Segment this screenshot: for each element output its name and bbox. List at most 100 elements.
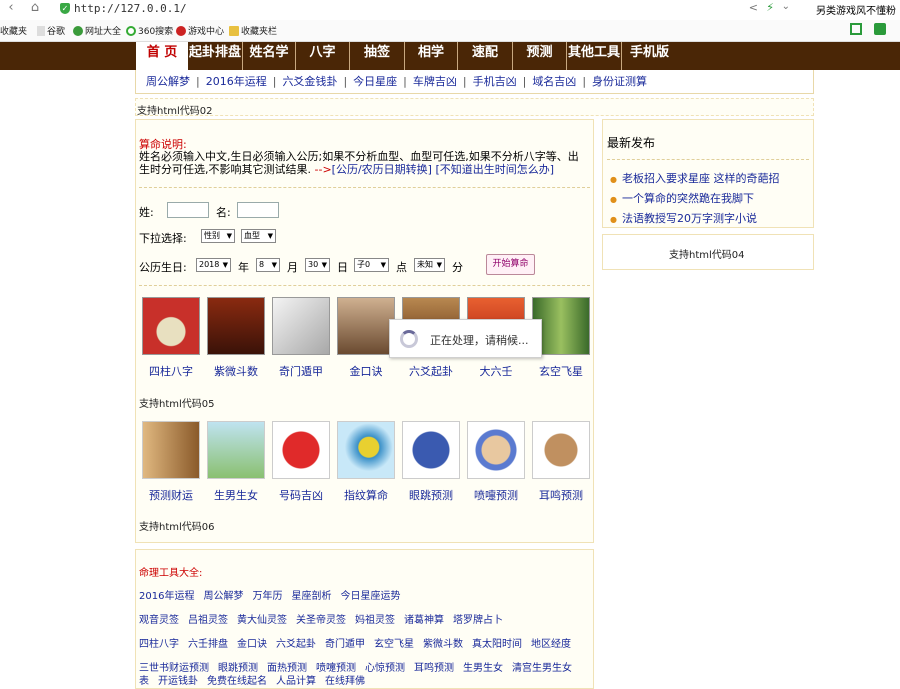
tool-link[interactable]: 塔罗牌占卜 xyxy=(453,615,503,626)
tool-link[interactable]: 人品计算 xyxy=(276,676,316,687)
tile-caption[interactable]: 耳鸣预测 xyxy=(528,487,594,503)
tile-image-gender[interactable] xyxy=(207,421,265,479)
tool-link[interactable]: 玄空飞星 xyxy=(374,639,414,650)
nav-divination[interactable]: 起卦排盘 xyxy=(188,42,243,70)
back-icon[interactable]: ‹ xyxy=(4,1,18,15)
reader-icon[interactable] xyxy=(850,23,862,35)
tile-caption[interactable]: 金口诀 xyxy=(333,363,399,379)
tool-link[interactable]: 吕祖灵签 xyxy=(188,615,228,626)
tool-link[interactable]: 耳鸣预测 xyxy=(414,663,454,674)
tile-image-number[interactable] xyxy=(272,421,330,479)
nav-mobile[interactable]: 手机版 xyxy=(622,42,677,70)
start-button[interactable]: 开始算命 xyxy=(486,254,535,275)
sub-nav-link[interactable]: 2016年运程 xyxy=(206,75,267,88)
tool-link[interactable]: 关圣帝灵签 xyxy=(296,615,346,626)
share-icon[interactable]: < xyxy=(749,1,758,14)
tile-caption[interactable]: 大六壬 xyxy=(463,363,529,379)
tile-caption[interactable]: 眼跳预测 xyxy=(398,487,464,503)
tool-link[interactable]: 四柱八字 xyxy=(139,639,179,650)
home-icon[interactable]: ⌂ xyxy=(28,1,42,15)
tile-image-eye[interactable] xyxy=(402,421,460,479)
tool-link[interactable]: 星座剖析 xyxy=(291,591,331,602)
sidebar-article[interactable]: ● 老板招入要求星座 这样的奇葩招 xyxy=(610,170,779,186)
minute-select[interactable]: 未知 ▼ xyxy=(414,258,445,272)
tool-link[interactable]: 六爻起卦 xyxy=(276,639,316,650)
tile-caption[interactable]: 指纹算命 xyxy=(333,487,399,503)
tile-image-bazi[interactable] xyxy=(142,297,200,355)
tile-caption[interactable]: 六爻起卦 xyxy=(398,363,464,379)
nav-home[interactable]: 首 页 xyxy=(136,42,188,70)
tool-link[interactable]: 免费在线起名 xyxy=(207,676,267,687)
tool-link[interactable]: 妈祖灵签 xyxy=(355,615,395,626)
sidebar-article[interactable]: ● 一个算命的突然跪在我脚下 xyxy=(610,190,754,206)
nav-bazi[interactable]: 八字 xyxy=(296,42,350,70)
tool-link[interactable]: 万年历 xyxy=(252,591,282,602)
search-hint[interactable]: 另类游戏风不懂粉 xyxy=(816,2,896,17)
surname-input[interactable] xyxy=(167,202,209,218)
extension-icon[interactable] xyxy=(874,23,886,35)
tool-link[interactable]: 在线拜佛 xyxy=(325,676,365,687)
tool-link[interactable]: 紫微斗数 xyxy=(423,639,463,650)
sub-nav-link[interactable]: 车牌吉凶 xyxy=(413,75,457,88)
tool-link[interactable]: 开运钱卦 xyxy=(158,676,198,687)
tool-link[interactable]: 表 xyxy=(139,676,149,687)
month-select[interactable]: 8 ▼ xyxy=(256,258,280,272)
tile-image-jinkou[interactable] xyxy=(337,297,395,355)
name-input[interactable] xyxy=(237,202,279,218)
date-convert-link[interactable]: [公历/农历日期转换] xyxy=(332,163,432,176)
blood-select[interactable]: 血型 ▼ xyxy=(241,229,276,243)
tool-link[interactable]: 奇门遁甲 xyxy=(325,639,365,650)
gender-select[interactable]: 性别 ▼ xyxy=(201,229,235,243)
tile-caption[interactable]: 号码吉凶 xyxy=(268,487,334,503)
tool-link[interactable]: 清宫生男生女 xyxy=(512,663,572,674)
tile-image-ear[interactable] xyxy=(532,421,590,479)
hour-select[interactable]: 子0 ▼ xyxy=(354,258,389,272)
tool-link[interactable]: 地区经度 xyxy=(531,639,571,650)
tool-link[interactable]: 观音灵签 xyxy=(139,615,179,626)
tile-caption[interactable]: 玄空飞星 xyxy=(528,363,594,379)
tile-image-ziwei[interactable] xyxy=(207,297,265,355)
nav-physiognomy[interactable]: 相学 xyxy=(405,42,458,70)
year-select[interactable]: 2018 ▼ xyxy=(196,258,231,272)
tool-link[interactable]: 金口诀 xyxy=(237,639,267,650)
bookmark-item[interactable]: 360搜索 xyxy=(126,24,173,37)
birth-time-link[interactable]: [不知道出生时间怎么办] xyxy=(435,163,554,176)
tile-image-sneeze[interactable] xyxy=(467,421,525,479)
bookmark-item[interactable]: 谷歌 xyxy=(37,24,65,37)
nav-lottery[interactable]: 抽签 xyxy=(350,42,405,70)
nav-predict[interactable]: 预测 xyxy=(513,42,567,70)
tool-link[interactable]: 2016年运程 xyxy=(139,591,194,602)
nav-name-study[interactable]: 姓名学 xyxy=(243,42,296,70)
tile-caption[interactable]: 奇门遁甲 xyxy=(268,363,334,379)
address-bar[interactable]: http://127.0.0.1/ xyxy=(74,2,187,15)
tile-caption[interactable]: 预测财运 xyxy=(138,487,204,503)
sub-nav-link[interactable]: 身份证测算 xyxy=(592,75,647,88)
tile-image-wealth[interactable] xyxy=(142,421,200,479)
bookmark-item[interactable]: 游戏中心 xyxy=(176,24,224,37)
nav-other-tools[interactable]: 其他工具 xyxy=(567,42,622,70)
dropdown-icon[interactable]: ⌄ xyxy=(782,1,790,12)
tool-link[interactable]: 周公解梦 xyxy=(203,591,243,602)
tile-image-fingerprint[interactable] xyxy=(337,421,395,479)
tool-link[interactable]: 黄大仙灵签 xyxy=(237,615,287,626)
tool-link[interactable]: 六壬排盘 xyxy=(188,639,228,650)
tool-link[interactable]: 诸葛神算 xyxy=(404,615,444,626)
sub-nav-link[interactable]: 域名吉凶 xyxy=(532,75,576,88)
tool-link[interactable]: 今日星座运势 xyxy=(340,591,400,602)
day-select[interactable]: 30 ▼ xyxy=(305,258,330,272)
sub-nav-link[interactable]: 六爻金钱卦 xyxy=(282,75,337,88)
bookmark-item[interactable]: 收藏夹 xyxy=(0,24,27,37)
bookmark-item[interactable]: 网址大全 xyxy=(73,24,121,37)
tile-caption[interactable]: 喷嚏预测 xyxy=(463,487,529,503)
sub-nav-link[interactable]: 周公解梦 xyxy=(146,75,190,88)
sub-nav-link[interactable]: 手机吉凶 xyxy=(473,75,517,88)
tile-caption[interactable]: 生男生女 xyxy=(203,487,269,503)
sidebar-article[interactable]: ● 法语教授写20万字测字小说 xyxy=(610,210,757,226)
tile-image-qimen[interactable] xyxy=(272,297,330,355)
sub-nav-link[interactable]: 今日星座 xyxy=(353,75,397,88)
tool-link[interactable]: 生男生女 xyxy=(463,663,503,674)
tool-link[interactable]: 真太阳时间 xyxy=(472,639,522,650)
lightning-icon[interactable]: ⚡ xyxy=(766,1,774,14)
tile-caption[interactable]: 紫微斗数 xyxy=(203,363,269,379)
nav-match[interactable]: 速配 xyxy=(458,42,513,70)
